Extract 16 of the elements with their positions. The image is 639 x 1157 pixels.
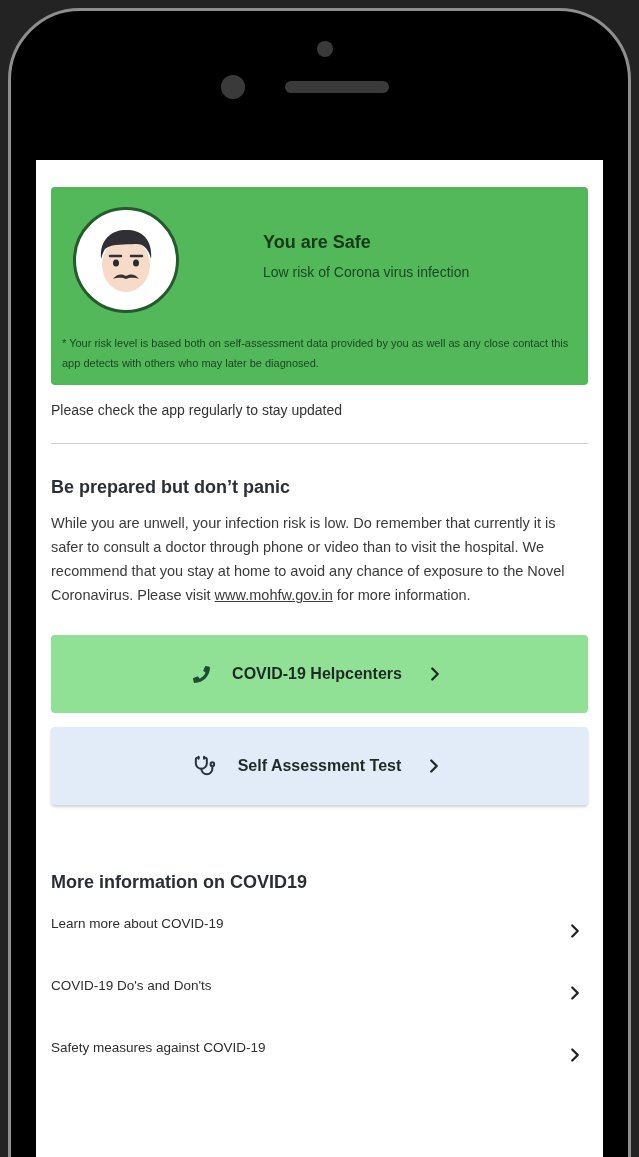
info-list-item[interactable]: Safety measures against COVID-19 [51, 1038, 588, 1100]
status-subtitle: Low risk of Corona virus infection [263, 263, 470, 282]
self-assessment-button[interactable]: Self Assessment Test [51, 727, 588, 805]
speaker-grille-icon [284, 81, 389, 93]
phone-icon [193, 665, 211, 683]
website-link[interactable]: www.mohfw.gov.in [214, 587, 333, 603]
section-heading: More information on COVID19 [51, 871, 309, 894]
risk-note: * Your risk level is based both on self-assessment data provided by you as well as any close contact this app detects with others who may later be diagnosed. [62, 336, 570, 371]
status-title: You are Safe [263, 231, 372, 254]
stethoscope-icon [193, 755, 216, 777]
info-list-item[interactable]: COVID-19 Do's and Don'ts [51, 976, 588, 1038]
reminder-text: Please check the app regularly to stay updated [51, 401, 344, 420]
helpcenters-button[interactable]: COVID-19 Helpcenters [51, 635, 588, 713]
advice-paragraph: While you are unwell, your infection risk is low. Do remember that currently it is safer to consult a doctor through phone or video than to visit the hospital. We recommend that you stay at home to avoid any chance of exposure to the Novel Coronavirus. Please visit www.mohfw.gov.in for more information. [51, 514, 566, 605]
section-heading: Be prepared but don’t panic [51, 476, 292, 499]
info-list-item[interactable]: Learn more about COVID-19 [51, 914, 588, 976]
